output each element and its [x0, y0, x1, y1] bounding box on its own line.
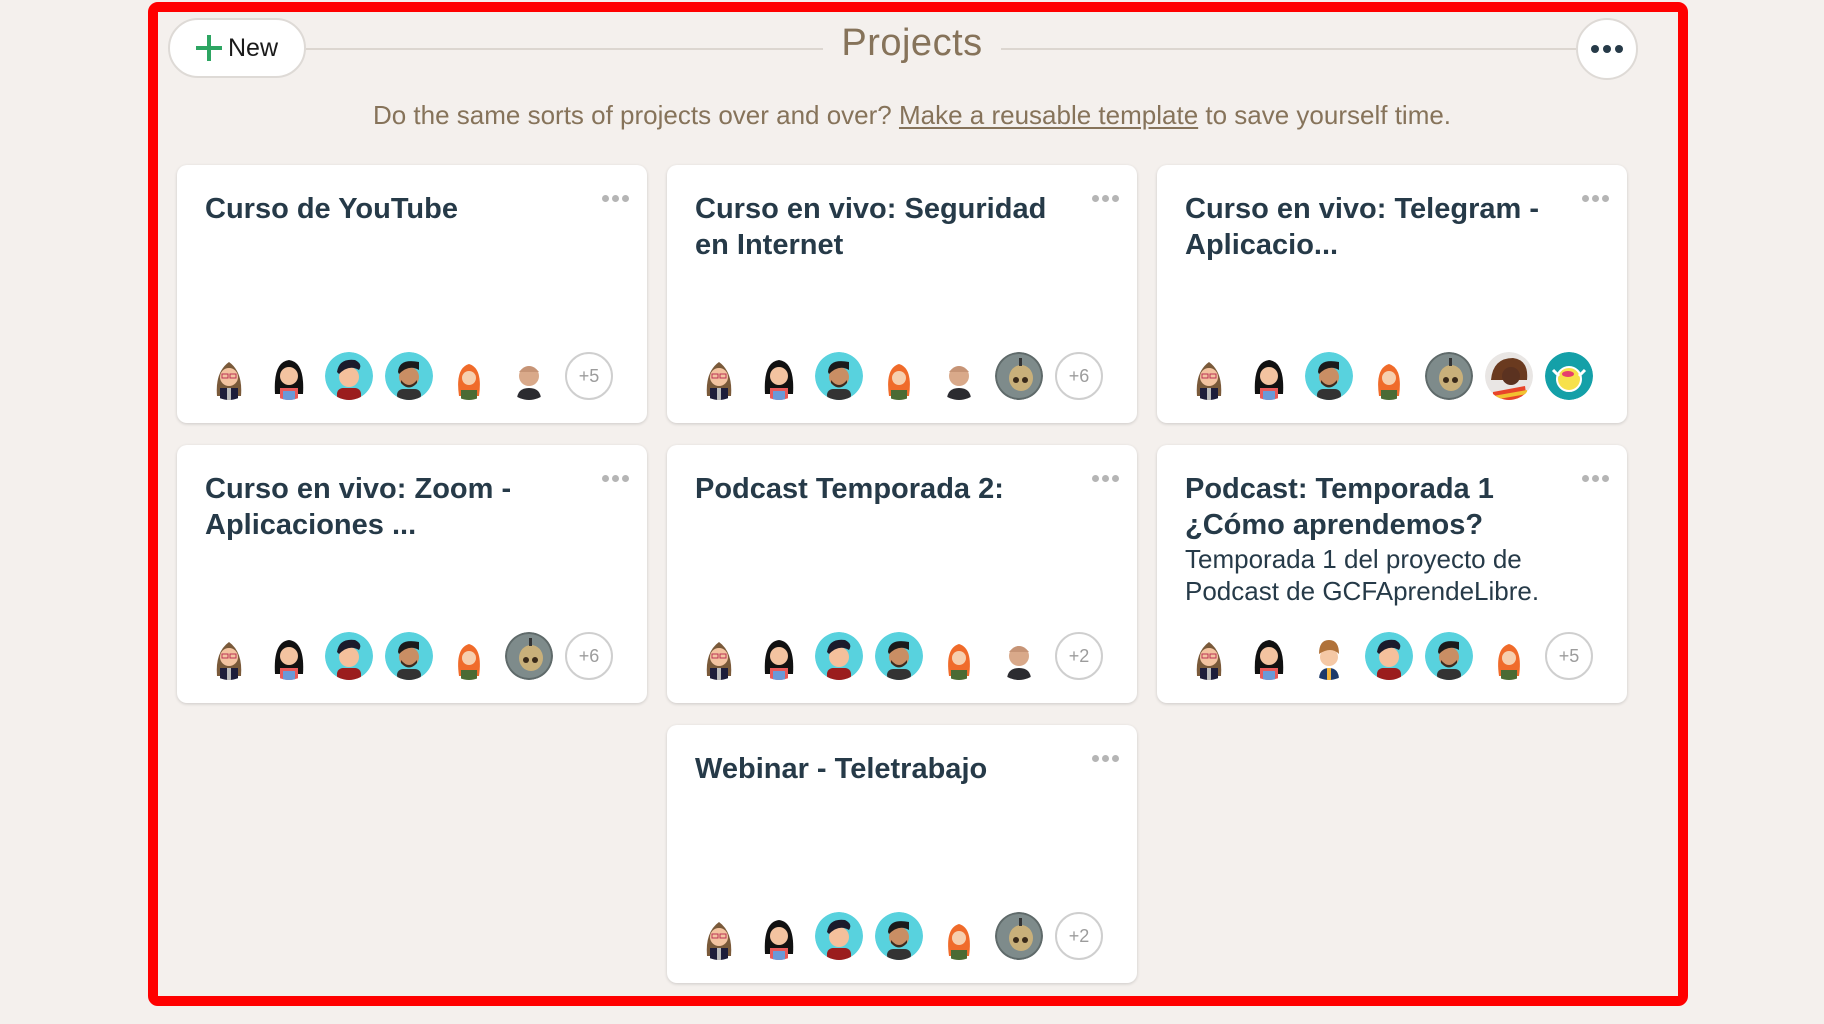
avatar-woman-red-hair[interactable]	[445, 352, 493, 400]
project-card[interactable]: Curso en vivo: Zoom - Aplicaciones ... +6	[177, 445, 647, 703]
avatar-man-beard[interactable]	[1305, 352, 1353, 400]
avatar-man-beard[interactable]	[385, 352, 433, 400]
card-options-icon[interactable]	[1092, 755, 1119, 762]
avatar-woman-dark-hair[interactable]	[265, 352, 313, 400]
template-hint-before: Do the same sorts of projects over and o…	[372, 100, 899, 130]
avatar-man-bald[interactable]	[505, 352, 553, 400]
avatar-woman-red-hair[interactable]	[445, 632, 493, 680]
avatar-woman-glasses[interactable]	[1185, 352, 1233, 400]
more-members-count[interactable]: +6	[565, 632, 613, 680]
avatar-woman-dark-hair[interactable]	[1245, 632, 1293, 680]
avatar-man-red-hoodie[interactable]	[1365, 632, 1413, 680]
project-title: Podcast: Temporada 1 ¿Cómo aprendemos?	[1185, 473, 1494, 541]
avatar-skull-photo[interactable]	[1425, 352, 1473, 400]
more-members-count[interactable]: +2	[1055, 632, 1103, 680]
avatar-man-bald[interactable]	[995, 632, 1043, 680]
project-card[interactable]: Curso en vivo: Telegram - Aplicacio...	[1157, 165, 1627, 423]
project-title: Curso en vivo: Telegram - Aplicacio...	[1185, 193, 1539, 261]
avatar-woman-dark-hair[interactable]	[1245, 352, 1293, 400]
ellipsis-icon	[1591, 45, 1623, 53]
avatar-man-beard[interactable]	[385, 632, 433, 680]
avatar-woman-red-hair[interactable]	[935, 632, 983, 680]
avatar-man-bald[interactable]	[935, 352, 983, 400]
project-title: Podcast Temporada 2:	[695, 473, 1004, 505]
project-card[interactable]: Webinar - Teletrabajo +2	[667, 725, 1137, 983]
project-members: +5	[205, 352, 613, 400]
card-options-icon[interactable]	[1582, 475, 1609, 482]
avatar-man-beard[interactable]	[1425, 632, 1473, 680]
page-title: Projects	[823, 22, 1001, 64]
project-members: +2	[695, 632, 1103, 680]
card-options-icon[interactable]	[1092, 195, 1119, 202]
page-title-wrap: Projects	[0, 22, 1824, 65]
avatar-woman-dark-hair[interactable]	[265, 632, 313, 680]
avatar-man-red-hoodie[interactable]	[325, 632, 373, 680]
avatar-woman-red-hair[interactable]	[1365, 352, 1413, 400]
avatar-woman-dark-hair[interactable]	[755, 352, 803, 400]
avatar-woman-red-hair[interactable]	[875, 352, 923, 400]
more-options-button[interactable]	[1576, 18, 1638, 80]
avatar-man-red-hoodie[interactable]	[815, 912, 863, 960]
avatar-skull-photo[interactable]	[995, 352, 1043, 400]
project-members: +5	[1185, 632, 1593, 680]
more-members-count[interactable]: +6	[1055, 352, 1103, 400]
project-title: Curso de YouTube	[205, 193, 458, 225]
project-members	[1185, 352, 1593, 400]
project-members: +2	[695, 912, 1103, 960]
project-title: Webinar - Teletrabajo	[695, 753, 988, 785]
avatar-woman-red-hair[interactable]	[935, 912, 983, 960]
card-options-icon[interactable]	[602, 195, 629, 202]
avatar-skull-photo[interactable]	[995, 912, 1043, 960]
avatar-woman-glasses[interactable]	[695, 632, 743, 680]
more-members-count[interactable]: +5	[565, 352, 613, 400]
avatar-woman-red-hair[interactable]	[1485, 632, 1533, 680]
avatar-woman-dark-hair[interactable]	[755, 912, 803, 960]
project-title: Curso en vivo: Zoom - Aplicaciones ...	[205, 473, 512, 541]
project-members: +6	[695, 352, 1103, 400]
project-members: +6	[205, 632, 613, 680]
avatar-woman-glasses[interactable]	[205, 352, 253, 400]
avatar-woman-glasses[interactable]	[1185, 632, 1233, 680]
more-members-count[interactable]: +2	[1055, 912, 1103, 960]
avatar-woman-dark-hair[interactable]	[755, 632, 803, 680]
project-description: Temporada 1 del proyecto de Podcast de G…	[1185, 544, 1540, 606]
avatar-man-beard[interactable]	[875, 632, 923, 680]
avatar-man-blonde[interactable]	[1305, 632, 1353, 680]
avatar-man-dreadlocks-photo[interactable]	[1485, 352, 1533, 400]
project-card[interactable]: Podcast Temporada 2: +2	[667, 445, 1137, 703]
project-card[interactable]: Curso de YouTube +5	[177, 165, 647, 423]
avatar-man-red-hoodie[interactable]	[325, 352, 373, 400]
make-template-link[interactable]: Make a reusable template	[899, 100, 1198, 130]
avatar-yellow-monster[interactable]	[1545, 352, 1593, 400]
more-members-count[interactable]: +5	[1545, 632, 1593, 680]
avatar-woman-glasses[interactable]	[695, 352, 743, 400]
card-options-icon[interactable]	[1582, 195, 1609, 202]
template-hint: Do the same sorts of projects over and o…	[0, 100, 1824, 131]
card-options-icon[interactable]	[1092, 475, 1119, 482]
template-hint-after: to save yourself time.	[1198, 100, 1452, 130]
avatar-skull-photo[interactable]	[505, 632, 553, 680]
project-title: Curso en vivo: Seguridad en Internet	[695, 193, 1047, 261]
avatar-man-beard[interactable]	[815, 352, 863, 400]
project-card[interactable]: Podcast: Temporada 1 ¿Cómo aprendemos? Te…	[1157, 445, 1627, 703]
avatar-woman-glasses[interactable]	[695, 912, 743, 960]
project-card[interactable]: Curso en vivo: Seguridad en Internet +6	[667, 165, 1137, 423]
card-options-icon[interactable]	[602, 475, 629, 482]
avatar-man-red-hoodie[interactable]	[815, 632, 863, 680]
avatar-man-beard[interactable]	[875, 912, 923, 960]
avatar-woman-glasses[interactable]	[205, 632, 253, 680]
